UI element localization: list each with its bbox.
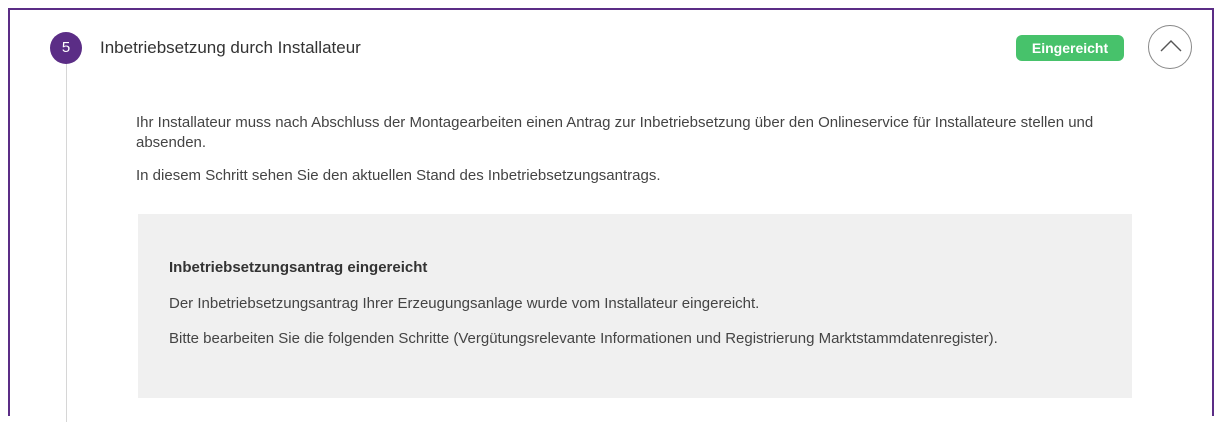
step-title[interactable]: Inbetriebsetzung durch Installateur — [100, 38, 361, 58]
info-heading: Inbetriebsetzungsantrag eingereicht — [169, 259, 428, 276]
info-text-next-steps: Bitte bearbeiten Sie die folgenden Schri… — [169, 330, 998, 347]
step-number-badge: 5 — [50, 32, 82, 64]
info-text-submitted: Der Inbetriebsetzungsantrag Ihrer Erzeug… — [169, 295, 760, 312]
status-info-box: Inbetriebsetzungsantrag eingereicht Der … — [138, 214, 1132, 398]
step-card: 5 Inbetriebsetzung durch Installateur Ei… — [8, 8, 1214, 422]
step-timeline-line — [66, 62, 67, 422]
collapse-button[interactable] — [1148, 25, 1192, 69]
status-description-paragraph: In diesem Schritt sehen Sie den aktuelle… — [136, 167, 661, 184]
step-content: Ihr Installateur muss nach Abschluss der… — [136, 113, 1136, 199]
chevron-up-icon — [1160, 40, 1182, 52]
description-paragraph: Ihr Installateur muss nach Abschluss der… — [136, 114, 1094, 151]
status-badge: Eingereicht — [1016, 35, 1124, 61]
